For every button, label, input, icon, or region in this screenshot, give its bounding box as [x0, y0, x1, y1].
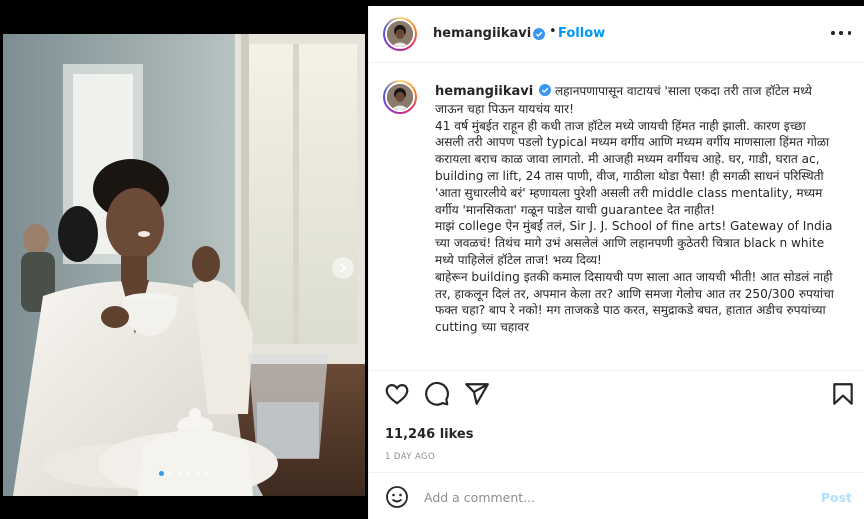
- post-comment-button[interactable]: Post: [821, 490, 852, 505]
- separator-dot: •: [549, 24, 557, 39]
- caption-username-link[interactable]: hemangiikavi: [435, 84, 533, 99]
- post-media-panel: [0, 6, 368, 519]
- verified-badge-icon: [533, 28, 545, 40]
- follow-button[interactable]: Follow: [558, 26, 605, 41]
- carousel-dot: [186, 471, 191, 476]
- avatar[interactable]: [383, 17, 417, 51]
- username-link[interactable]: hemangiikavi: [433, 26, 531, 41]
- chevron-right-icon: [340, 263, 347, 273]
- post-timestamp[interactable]: 1 DAY AGO: [385, 452, 435, 462]
- carousel-dots: [0, 471, 368, 476]
- bookmark-icon[interactable]: [830, 381, 856, 407]
- add-comment-bar: Post: [369, 472, 864, 519]
- caption-text: लहानपणापासून वाटायचं 'साला एकदा तरी ताज …: [435, 84, 834, 335]
- heart-icon[interactable]: [384, 381, 410, 407]
- action-bar: [369, 381, 864, 409]
- carousel-dot: [168, 471, 173, 476]
- carousel-dot: [195, 471, 200, 476]
- carousel-dot: [159, 471, 164, 476]
- emoji-icon[interactable]: [385, 485, 409, 509]
- post-caption: hemangiikavi लहानपणापासून वाटायचं 'साला …: [435, 83, 835, 336]
- verified-badge-icon: [539, 84, 552, 96]
- post-photo: [3, 34, 365, 496]
- more-options-icon[interactable]: [831, 25, 851, 41]
- avatar[interactable]: [383, 80, 417, 114]
- carousel-next-button[interactable]: [332, 257, 354, 279]
- post-details-pane: hemangiikavi • Follow hemangiikavi लहानप…: [368, 6, 864, 519]
- carousel-dot: [177, 471, 182, 476]
- post-header: hemangiikavi • Follow: [369, 6, 864, 63]
- comment-icon[interactable]: [424, 381, 450, 407]
- avatar-image: [385, 82, 415, 112]
- share-icon[interactable]: [464, 381, 490, 407]
- caption-area: hemangiikavi लहानपणापासून वाटायचं 'साला …: [369, 63, 864, 371]
- comment-input[interactable]: [424, 485, 804, 509]
- likes-count[interactable]: 11,246 likes: [385, 427, 473, 442]
- carousel-dot: [204, 471, 209, 476]
- avatar-image: [385, 19, 415, 49]
